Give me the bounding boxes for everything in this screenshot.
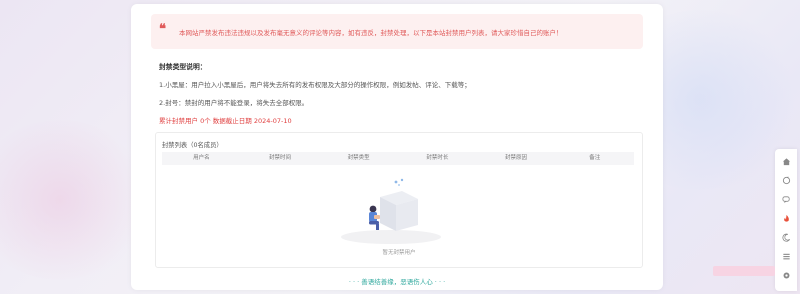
table-header: 用户名 封禁时间 封禁类型 封禁时长 封禁原因 备注 [162,152,634,165]
ban-type-line: 2.封号：禁封的用户将不能登录，将失去全部权限。 [159,99,309,107]
floating-sidebar [775,149,797,291]
moon-icon[interactable] [779,230,793,244]
ban-type-line: 1.小黑屋：用户拉入小黑屋后，用户将失去所有的发布权限及大部分的操作权限，例如发… [159,81,471,89]
main-card: ❝ 本网站严禁发布违法违规以及发布毫无意义的评论等内容，如有违反，封禁处理，以下… [131,4,663,290]
home-icon[interactable] [779,154,793,168]
column-header[interactable]: 封禁原因 [477,152,556,165]
ban-list: 封禁列表（0名成员） 用户名 封禁时间 封禁类型 封禁时长 封禁原因 备注 暂无… [155,132,643,268]
column-header[interactable]: 封禁时长 [398,152,477,165]
gear-icon[interactable] [779,268,793,282]
ban-types-title: 封禁类型说明： [159,63,207,71]
comment-icon[interactable] [779,192,793,206]
notice-banner: ❝ 本网站严禁发布违法违规以及发布毫无意义的评论等内容，如有违反，封禁处理，以下… [151,14,643,49]
floating-tag[interactable] [713,266,775,276]
grid-icon[interactable] [779,249,793,263]
column-header[interactable]: 备注 [555,152,634,165]
ban-list-title: 封禁列表（0名成员） [162,142,223,149]
fire-icon[interactable] [779,211,793,225]
footer-motto: · · · 善语结善缘，恶语伤人心 · · · [348,278,446,286]
ban-stats: 累计封禁用户 0个 数据截止日期 2024-07-10 [159,117,292,125]
column-header[interactable]: 封禁时间 [241,152,320,165]
column-header[interactable]: 封禁类型 [319,152,398,165]
background-decoration [0,120,150,280]
column-header[interactable]: 用户名 [162,152,241,165]
quote-icon: ❝ [159,22,166,37]
notice-text: 本网站严禁发布违法违规以及发布毫无意义的评论等内容，如有违反，封禁处理，以下是本… [179,29,563,37]
refresh-icon[interactable] [779,173,793,187]
empty-state-text: 暂无封禁用户 [382,250,416,256]
empty-state-illustration [341,178,441,244]
